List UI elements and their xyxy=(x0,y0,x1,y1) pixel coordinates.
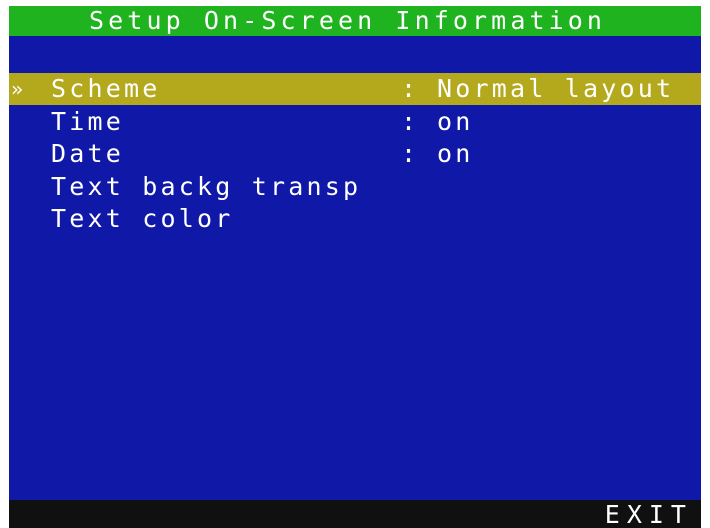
selection-marker-icon: » xyxy=(11,77,24,101)
menu-item-time[interactable]: Time : on xyxy=(9,106,701,138)
menu-list: » Scheme : Normal layout Time : on Date … xyxy=(9,36,701,500)
menu-item-label: Date xyxy=(51,139,125,168)
menu-item-value: on xyxy=(437,107,474,136)
menu-item-date[interactable]: Date : on xyxy=(9,138,701,170)
menu-item-scheme[interactable]: » Scheme : Normal layout xyxy=(9,73,701,105)
menu-item-text-color[interactable]: Text color xyxy=(9,203,701,235)
menu-item-separator: : xyxy=(401,74,420,103)
menu-title: Setup On-Screen Information xyxy=(89,6,607,35)
footer-bar: EXIT xyxy=(9,500,701,528)
menu-item-value: Normal layout xyxy=(437,74,675,103)
exit-button[interactable]: EXIT xyxy=(605,500,693,528)
menu-item-label: Scheme xyxy=(51,74,161,103)
menu-item-value: on xyxy=(437,139,474,168)
title-bar: Setup On-Screen Information xyxy=(9,6,701,36)
menu-item-separator: : xyxy=(401,139,420,168)
menu-item-separator: : xyxy=(401,107,420,136)
menu-item-label: Time xyxy=(51,107,125,136)
osd-screen: Setup On-Screen Information » Scheme : N… xyxy=(0,0,710,528)
menu-item-text-backg-transp[interactable]: Text backg transp xyxy=(9,171,701,203)
menu-item-label: Text color xyxy=(51,204,234,233)
menu-item-label: Text backg transp xyxy=(51,172,362,201)
